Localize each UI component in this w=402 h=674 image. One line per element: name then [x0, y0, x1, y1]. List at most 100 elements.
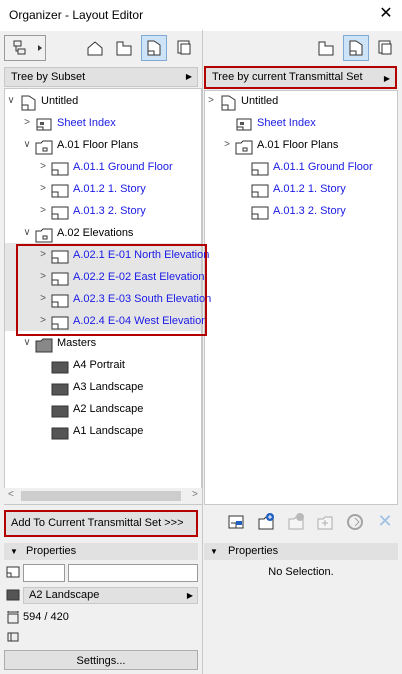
chevron-down-icon: ▼ — [210, 547, 218, 556]
tree-item-label: A1 Landscape — [73, 425, 144, 437]
master-dropdown[interactable]: A2 Landscape ▶ — [23, 587, 198, 604]
settings-label: Settings... — [76, 655, 126, 667]
tree-item-label: A.01.3 2. Story — [273, 205, 346, 217]
view-map-tab[interactable] — [111, 35, 137, 61]
tree-item-label: Untitled — [241, 95, 279, 107]
tree-item-label: Untitled — [41, 95, 79, 107]
project-map-tab[interactable] — [82, 35, 108, 61]
tree-item-label: A.01.2 1. Story — [273, 183, 346, 195]
add-to-transmittal-label: Add To Current Transmittal Set >>> — [11, 517, 184, 529]
chevron-right-icon[interactable]: > — [38, 178, 48, 200]
tree-item-label: A3 Landscape — [73, 381, 144, 393]
right-tree-item[interactable]: A.01.2 1. Story — [238, 178, 402, 200]
publisher-sets-icon — [177, 40, 191, 55]
add-to-transmittal-button[interactable]: Add To Current Transmittal Set >>> — [4, 510, 198, 537]
no-selection-text: No Selection. — [268, 566, 334, 578]
left-tree-item[interactable]: > A.01.3 2. Story — [38, 200, 228, 222]
tree-item-label: A2 Landscape — [73, 403, 144, 415]
properties-title: Properties — [228, 545, 279, 557]
left-tree-item[interactable]: A1 Landscape — [38, 420, 228, 442]
sheet-id-field[interactable] — [23, 564, 65, 582]
scroll-right-icon[interactable]: > — [192, 489, 198, 500]
right-tree-header-label: Tree by current Transmittal Set — [212, 71, 363, 83]
left-tree-item[interactable]: ∨ A.02 Elevations — [22, 222, 212, 244]
settings-button[interactable]: Settings... — [4, 650, 198, 670]
size-value: 594 / 420 — [23, 611, 69, 623]
tree-item-label: A.01.2 1. Story — [73, 183, 146, 195]
scroll-left-icon[interactable]: < — [8, 489, 14, 500]
tree-item-label: A.01.3 2. Story — [73, 205, 146, 217]
publisher-sets-tab-right[interactable] — [372, 35, 398, 61]
left-tree-item[interactable]: > A.01.2 1. Story — [38, 178, 228, 200]
layout-book-tab[interactable] — [141, 35, 167, 61]
title-bar: Organizer - Layout Editor ✕ — [0, 0, 402, 31]
chevron-right-icon: ▶ — [186, 591, 193, 600]
left-tree-item[interactable]: ∨ A.01 Floor Plans — [22, 134, 212, 156]
chevron-down-icon: ▼ — [10, 547, 18, 556]
chevron-right-icon[interactable]: > — [206, 90, 216, 112]
left-tree-item[interactable]: A3 Landscape — [38, 376, 228, 398]
left-tree-item[interactable]: A2 Landscape — [38, 398, 228, 420]
sheet-id-icon — [6, 566, 20, 578]
chevron-right-icon[interactable]: > — [38, 200, 48, 222]
sheet-icon — [250, 204, 270, 230]
tree-item-label: A.01.1 Ground Floor — [73, 161, 173, 173]
left-tree-item[interactable]: > A.01.1 Ground Floor — [38, 156, 228, 178]
tree-item-label: Sheet Index — [257, 117, 316, 129]
chevron-down-icon[interactable]: ∨ — [22, 134, 32, 156]
house-icon — [87, 41, 103, 56]
right-tree-item[interactable]: A.01.3 2. Story — [238, 200, 402, 222]
layout-book-tab-right[interactable] — [343, 35, 369, 61]
size-icon — [6, 610, 20, 624]
add-subfolder-icon[interactable] — [315, 510, 335, 532]
publisher-sets-tab[interactable] — [171, 35, 197, 61]
publisher-sets-icon — [378, 40, 392, 55]
view-map-icon — [116, 41, 132, 56]
chevron-down-icon[interactable]: ∨ — [6, 90, 16, 112]
tree-item-label: A.01 Floor Plans — [57, 139, 139, 151]
chevron-right-icon[interactable]: > — [22, 112, 32, 134]
chevron-right-icon[interactable]: > — [38, 156, 48, 178]
tree-item-label: Sheet Index — [57, 117, 116, 129]
left-tree-header-label: Tree by Subset — [11, 71, 86, 83]
tree-item-label: A.02 Elevations — [57, 227, 134, 239]
master-icon — [50, 424, 70, 450]
view-map-icon — [318, 41, 334, 56]
add-subset-icon[interactable] — [286, 510, 306, 532]
master-icon — [6, 589, 20, 601]
tree-item-label: A4 Portrait — [73, 359, 125, 371]
left-tree-item[interactable]: ∨ Untitled — [6, 90, 196, 112]
right-properties-header[interactable]: ▼ Properties — [204, 543, 398, 560]
refresh-icon[interactable] — [345, 512, 365, 532]
layout-book-icon — [147, 40, 161, 56]
sheet-name-field[interactable] — [68, 564, 198, 582]
tree-mode-dropdown[interactable] — [4, 35, 46, 61]
right-tree-item[interactable]: > A.01 Floor Plans — [222, 134, 402, 156]
delete-icon[interactable]: ✕ — [376, 511, 394, 531]
view-map-tab-right[interactable] — [313, 35, 339, 61]
chevron-right-icon: ▶ — [185, 72, 192, 81]
hierarchy-icon — [13, 40, 42, 55]
left-tree-item[interactable]: > Sheet Index — [22, 112, 212, 134]
right-tree-item[interactable]: A.01.1 Ground Floor — [238, 156, 402, 178]
new-layout-icon[interactable] — [227, 512, 245, 532]
left-tree-header[interactable]: Tree by Subset ▶ — [4, 67, 198, 87]
right-tree-item[interactable]: > Untitled — [206, 90, 396, 112]
scrollbar-thumb[interactable] — [21, 491, 181, 501]
properties-title: Properties — [26, 545, 77, 557]
chevron-right-icon: ▶ — [383, 74, 390, 83]
master-value: A2 Landscape — [29, 589, 100, 601]
new-folder-icon[interactable] — [256, 510, 276, 532]
tree-item-label: A.01.1 Ground Floor — [273, 161, 373, 173]
chevron-right-icon[interactable]: > — [222, 134, 232, 156]
elevations-highlight — [16, 244, 207, 336]
close-icon[interactable]: ✕ — [376, 4, 396, 24]
left-properties-header[interactable]: ▼ Properties — [4, 543, 198, 560]
right-tree-header[interactable]: Tree by current Transmittal Set ▶ — [204, 66, 397, 89]
layout-book-icon — [349, 40, 363, 56]
left-tree-item[interactable]: A4 Portrait — [38, 354, 228, 376]
tree-item-label: A.01 Floor Plans — [257, 139, 339, 151]
right-tree-item[interactable]: Sheet Index — [222, 112, 402, 134]
horizontal-scrollbar[interactable]: < > — [4, 488, 202, 504]
chevron-down-icon[interactable]: ∨ — [22, 222, 32, 244]
